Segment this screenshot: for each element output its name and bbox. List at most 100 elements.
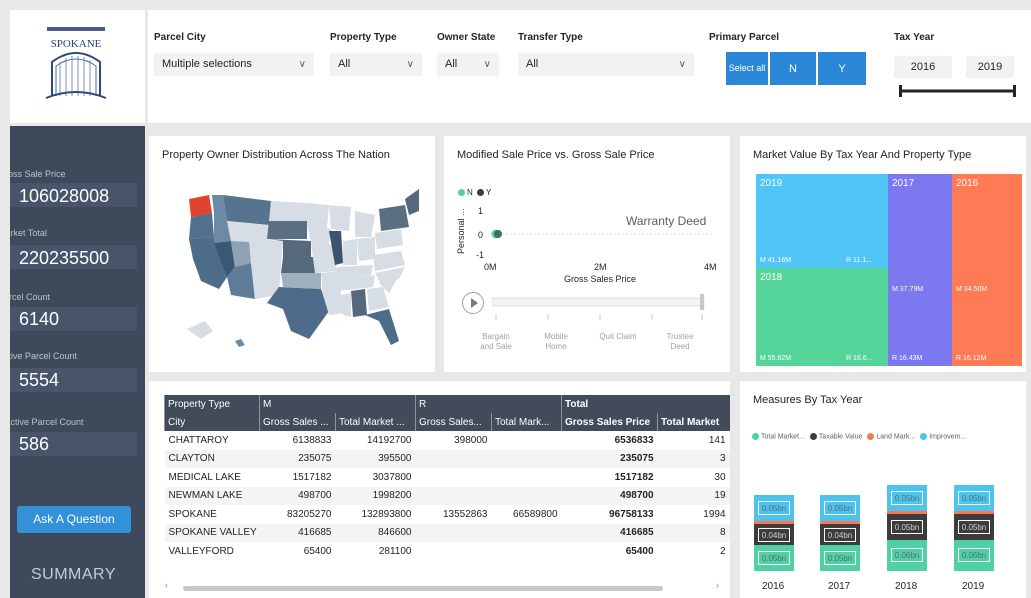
- slider-handle-left[interactable]: [899, 85, 902, 97]
- tax-year-from-input[interactable]: 2016: [894, 56, 952, 78]
- table-row[interactable]: CHATTAROY 6138833 14192700 398000 6536833 141: [165, 431, 730, 450]
- bar-segment-2019-3[interactable]: [954, 510, 994, 514]
- state-kansas[interactable]: [281, 257, 315, 273]
- scatter-legend: N Y: [458, 188, 491, 197]
- column-header-city[interactable]: City: [164, 413, 260, 431]
- state-alaska[interactable]: [187, 321, 213, 339]
- state-oklahoma[interactable]: [281, 273, 321, 289]
- scroll-right-icon[interactable]: ›: [716, 580, 719, 590]
- header-group-m[interactable]: M: [259, 395, 416, 413]
- value-cell: 498700: [561, 486, 658, 505]
- primary-parcel-n-button[interactable]: N: [770, 52, 816, 85]
- value-cell: [491, 449, 562, 468]
- column-header-r-total-market[interactable]: Total Mark...: [490, 413, 562, 431]
- state-florida[interactable]: [365, 309, 399, 345]
- state-new-england[interactable]: [405, 189, 419, 215]
- state-montana[interactable]: [223, 195, 271, 225]
- column-header-m-gross-sales[interactable]: Gross Sales ...: [259, 413, 336, 431]
- state-texas[interactable]: [267, 287, 329, 339]
- legend-dot-n: [458, 189, 465, 197]
- state-wisconsin[interactable]: [329, 205, 351, 231]
- state-colorado[interactable]: [249, 239, 283, 265]
- header-group-r[interactable]: R: [414, 395, 562, 413]
- owner-state-dropdown[interactable]: All ∨: [437, 53, 499, 76]
- state-south-dakota[interactable]: [267, 221, 307, 239]
- bar-data-label: 0.05bn: [758, 501, 790, 516]
- chevron-down-icon: ∨: [483, 59, 491, 70]
- state-pennsylvania[interactable]: [375, 229, 403, 249]
- table-row[interactable]: NEWMAN LAKE 498700 1998200 498700 19: [164, 486, 730, 505]
- measures-stacked-bar-chart[interactable]: 0.05bn 0.04bn 0.05bn 2016 0.05bn 0.04bn 0.05bn…: [740, 381, 1026, 598]
- city-cell: CHATTAROY: [168, 434, 229, 446]
- treemap-year-2016: 2016: [956, 178, 979, 189]
- state-mississippi[interactable]: [341, 293, 351, 317]
- treemap-cell-2017[interactable]: 2017 M 37.79M R 16.43M: [888, 174, 952, 366]
- bar-segment-2016-3[interactable]: [754, 521, 794, 525]
- value-cell: 19: [657, 486, 730, 505]
- chevron-down-icon: ∨: [678, 59, 686, 70]
- value-cell: 8: [657, 523, 730, 542]
- value-cell: 2: [719, 545, 726, 557]
- bar-data-label: 0.05bn: [891, 490, 923, 505]
- table-row[interactable]: SPOKANE 83205270 132893800 13552863 66589800…: [165, 505, 730, 524]
- state-new-york[interactable]: [379, 205, 409, 231]
- header-group-total[interactable]: Total: [561, 395, 730, 413]
- value-cell: 65400: [303, 545, 332, 557]
- column-header-total-market[interactable]: Total Market: [657, 413, 730, 431]
- table-row[interactable]: SPOKANE VALLEY 416685 846600 416685 8: [164, 523, 730, 542]
- scrollbar-thumb[interactable]: [183, 586, 663, 591]
- map-card-title: Property Owner Distribution Across The N…: [162, 149, 390, 161]
- state-oregon[interactable]: [189, 213, 214, 239]
- select-all-button[interactable]: Select all: [726, 52, 768, 85]
- table-horizontal-scrollbar[interactable]: ‹ ›: [165, 580, 729, 593]
- value-cell: 30: [714, 471, 726, 483]
- city-cell: SPOKANE: [168, 508, 217, 520]
- value-cell: 235075: [561, 449, 658, 468]
- state-minnesota[interactable]: [307, 203, 329, 229]
- state-alabama[interactable]: [351, 289, 367, 317]
- state-hawaii[interactable]: [235, 339, 245, 347]
- us-choropleth-map[interactable]: [179, 181, 419, 351]
- ask-a-question-button[interactable]: Ask A Question: [17, 506, 131, 533]
- treemap-label-2017-m: M 37.79M: [892, 286, 924, 293]
- property-type-dropdown[interactable]: All ∨: [330, 53, 422, 76]
- kpi-label-market-total: Market Total: [10, 228, 47, 238]
- state-georgia[interactable]: [367, 287, 389, 311]
- bar-data-label: 0.05bn: [824, 501, 856, 516]
- play-button[interactable]: [462, 292, 484, 314]
- legend-dot-y: [477, 189, 485, 197]
- treemap[interactable]: 2019 M 41.16M R 11.1... 2018 M 55.62M R …: [756, 174, 1022, 366]
- tax-year-slider[interactable]: [898, 84, 1018, 98]
- column-header-total-gross-sales-price[interactable]: Gross Sales Price: [561, 413, 658, 431]
- slider-handle-right[interactable]: [1013, 85, 1016, 97]
- table-row[interactable]: MEDICAL LAKE 1517182 3037800 1517182 30: [165, 468, 730, 487]
- scroll-left-icon[interactable]: ‹: [165, 580, 168, 590]
- header-property-type[interactable]: Property Type: [164, 395, 260, 413]
- table-row[interactable]: CLAYTON 235075 395500 235075 3: [164, 449, 730, 468]
- column-header-m-total-market[interactable]: Total Market ...: [335, 413, 416, 431]
- value-cell: 235075: [259, 449, 336, 468]
- bar-segment-2018-3[interactable]: [887, 510, 927, 514]
- column-header-r-gross-sales[interactable]: Gross Sales...: [415, 413, 492, 431]
- state-ohio[interactable]: [357, 237, 375, 261]
- treemap-cell-2019[interactable]: 2019 M 41.16M R 11.1...: [756, 174, 888, 268]
- tax-year-to-input[interactable]: 2019: [966, 56, 1014, 78]
- matrix-card: Property Type M R Total City Gross Sales…: [149, 381, 730, 598]
- treemap-cell-2016[interactable]: 2016 M 34.50M R 16.12M: [952, 174, 1022, 366]
- parcel-city-dropdown[interactable]: Multiple selections ∨: [154, 53, 314, 76]
- scatter-point-y[interactable]: [494, 230, 502, 238]
- value-cell: [491, 523, 562, 542]
- owner-state-label: Owner State: [437, 32, 496, 43]
- treemap-cell-2018[interactable]: 2018 M 55.62M R 16.6...: [756, 268, 888, 366]
- play-axis-slider[interactable]: [492, 294, 708, 322]
- state-north-dakota[interactable]: [269, 201, 307, 221]
- kpi-label-inactive-parcel-count: Inactive Parcel Count: [10, 417, 84, 427]
- primary-parcel-y-button[interactable]: Y: [818, 52, 866, 85]
- state-michigan[interactable]: [355, 211, 375, 237]
- y-tick-1: 1: [478, 206, 484, 216]
- summary-nav-label[interactable]: SUMMARY: [10, 566, 137, 584]
- bar-segment-2017-3[interactable]: [820, 521, 860, 525]
- transfer-type-dropdown[interactable]: All ∨: [518, 53, 694, 76]
- table-row[interactable]: VALLEYFORD 65400 281100 65400 2: [165, 542, 730, 561]
- state-indiana[interactable]: [343, 239, 357, 265]
